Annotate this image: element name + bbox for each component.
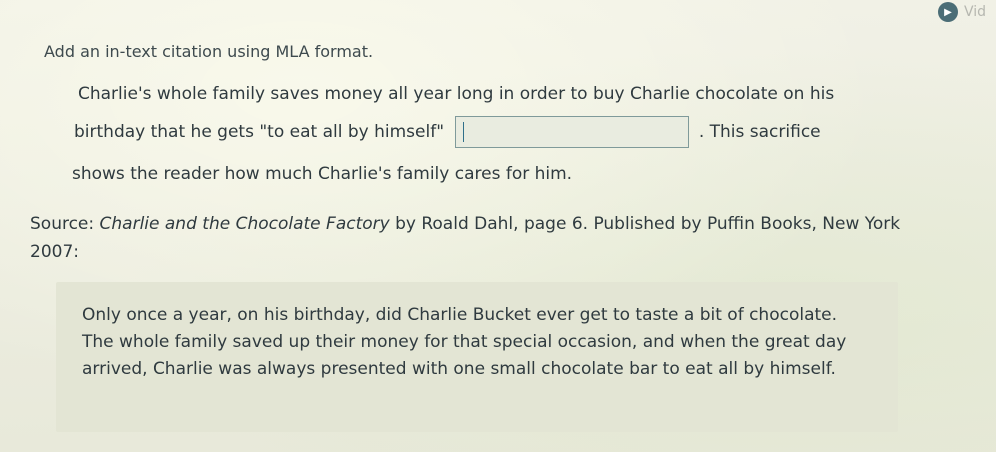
passage-line-2-after: . This sacrifice <box>698 122 821 142</box>
source-citation: Source: Charlie and the Chocolate Factor… <box>30 210 930 266</box>
passage-line-3: shows the reader how much Charlie's fami… <box>72 164 573 184</box>
instruction-text: Add an in-text citation using MLA format… <box>44 42 374 61</box>
citation-answer-input[interactable] <box>455 116 690 148</box>
quote-text: Only once a year, on his birthday, did C… <box>82 305 847 379</box>
source-prefix: Source: <box>30 214 100 234</box>
passage-line-1: Charlie's whole family saves money all y… <box>78 84 835 104</box>
play-icon: ▶ <box>938 2 958 22</box>
passage-line-2-before: birthday that he gets "to eat all by him… <box>74 122 445 142</box>
video-label: Vid <box>964 4 987 20</box>
source-book-title: Charlie and the Chocolate Factory <box>99 214 390 234</box>
text-caret <box>463 122 465 142</box>
video-button[interactable]: ▶ Vid <box>938 2 986 22</box>
passage-line-2: birthday that he gets "to eat all by him… <box>74 116 821 148</box>
